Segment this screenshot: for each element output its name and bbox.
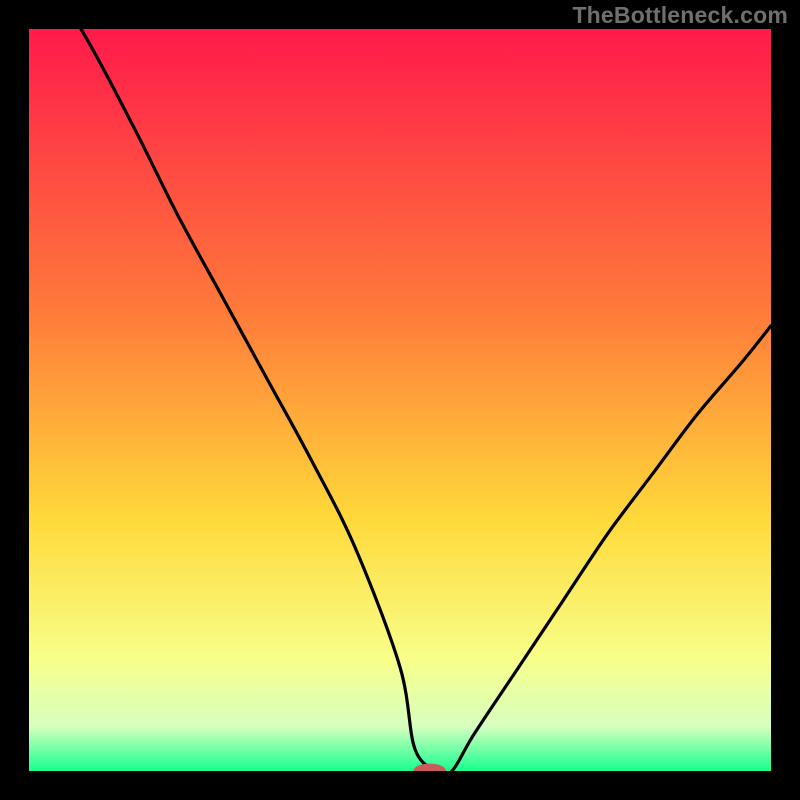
minimum-marker xyxy=(413,764,446,779)
watermark-text: TheBottleneck.com xyxy=(572,2,788,29)
chart-frame: TheBottleneck.com xyxy=(0,0,800,800)
bottleneck-plot xyxy=(0,0,800,800)
